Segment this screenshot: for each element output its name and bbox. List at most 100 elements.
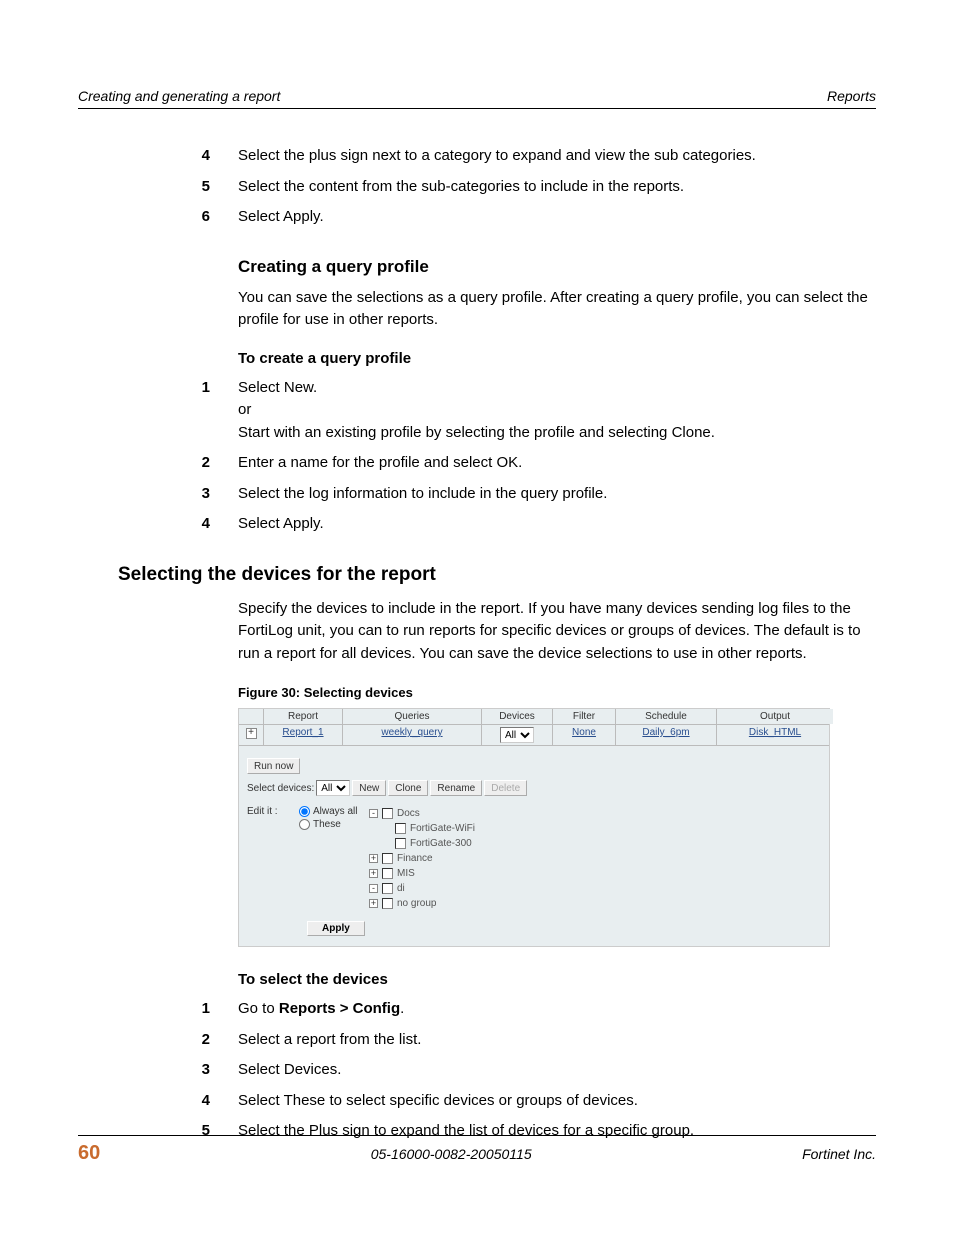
run-now-button[interactable]: Run now [247,758,300,774]
step-number: 4 [168,1090,238,1113]
column-header: Schedule [616,709,717,724]
footer-company: Fortinet Inc. [802,1146,876,1162]
step-row: 4 Select These to select specific device… [238,1090,874,1113]
select-devices-dropdown[interactable]: All [316,780,350,796]
page-number: 60 [78,1142,100,1165]
new-button[interactable]: New [352,780,386,796]
step-text: Select Devices. [238,1059,874,1082]
step-text: Select a report from the list. [238,1029,874,1052]
step-number: 5 [168,176,238,199]
figure-caption: Figure 30: Selecting devices [238,685,874,700]
tree-checkbox[interactable] [382,883,393,894]
expand-column-header [239,709,264,724]
tree-row: FortiGate-WiFi [369,821,475,836]
step-text: Select Apply. [238,513,874,536]
header-left: Creating and generating a report [78,88,280,104]
nav-path: Reports > Config [279,1000,400,1017]
tree-label: Docs [397,808,420,819]
step-text: Select the plus sign next to a category … [238,145,874,168]
step-number: 6 [168,206,238,229]
report-cell[interactable]: Report_1 [264,725,343,745]
tree-label: FortiGate-WiFi [410,823,475,834]
devices-select[interactable]: All [500,727,534,743]
step-number: 4 [168,145,238,168]
procedure-title: To select the devices [238,971,874,988]
column-header: Queries [343,709,482,724]
paragraph: Specify the devices to include in the re… [238,598,874,666]
column-header: Report [264,709,343,724]
step-text: Select the log information to include in… [238,483,874,506]
figure-table-header-row: Report Queries Devices Filter Schedule O… [239,709,829,725]
rename-button[interactable]: Rename [430,780,482,796]
schedule-cell[interactable]: Daily_6pm [616,725,717,745]
tree-label: Finance [397,853,433,864]
step-row: 2 Select a report from the list. [238,1029,874,1052]
collapse-icon[interactable]: - [369,809,378,818]
step-row: 4 Select the plus sign next to a categor… [238,145,874,168]
step-text: Select New. or Start with an existing pr… [238,377,874,445]
step-text: Select Apply. [238,206,874,229]
tree-checkbox[interactable] [382,898,393,909]
step-row: 6 Select Apply. [238,206,874,229]
tree-checkbox[interactable] [395,838,406,849]
subsection-heading: Creating a query profile [238,257,874,277]
queries-cell[interactable]: weekly_query [343,725,482,745]
filter-cell[interactable]: None [553,725,616,745]
expand-icon[interactable]: + [369,854,378,863]
clone-button[interactable]: Clone [388,780,428,796]
step-number: 4 [168,513,238,536]
step-row: 1 Go to Reports > Config. [238,998,874,1021]
collapse-icon[interactable]: - [369,884,378,893]
step-number: 1 [168,998,238,1021]
devices-cell[interactable]: All [482,725,553,745]
tree-row: FortiGate-300 [369,836,475,851]
step-row: 4 Select Apply. [238,513,874,536]
output-cell[interactable]: Disk_HTML [717,725,833,745]
tree-checkbox[interactable] [382,853,393,864]
column-header: Output [717,709,833,724]
step-number: 1 [168,377,238,445]
running-footer: 60 05-16000-0082-20050115 Fortinet Inc. [78,1135,876,1165]
column-header: Filter [553,709,616,724]
step-text: Select the content from the sub-categori… [238,176,874,199]
procedure-title: To create a query profile [238,350,874,367]
step-row: 5 Select the content from the sub-catego… [238,176,874,199]
step-row: 3 Select Devices. [238,1059,874,1082]
step-number: 3 [168,1059,238,1082]
tree-row: + MIS [369,866,475,881]
step-text: Select These to select specific devices … [238,1090,874,1113]
select-devices-label: Select devices: [247,783,314,794]
tree-label: FortiGate-300 [410,838,472,849]
tree-row: -di [369,881,475,896]
expand-cell[interactable]: + [239,725,264,745]
header-right: Reports [827,88,876,104]
tree-row: + no group [369,896,475,911]
column-header: Devices [482,709,553,724]
paragraph: You can save the selections as a query p… [238,287,874,332]
delete-button[interactable]: Delete [484,780,527,796]
step-number: 2 [168,452,238,475]
step-text: Enter a name for the profile and select … [238,452,874,475]
these-radio[interactable] [299,819,310,830]
figure-selecting-devices: Report Queries Devices Filter Schedule O… [238,708,830,947]
step-text: Go to Reports > Config. [238,998,874,1021]
tree-checkbox[interactable] [382,868,393,879]
step-row: 2 Enter a name for the profile and selec… [238,452,874,475]
always-all-radio-label[interactable]: Always all [299,806,369,817]
tree-checkbox[interactable] [395,823,406,834]
running-header: Creating and generating a report Reports [78,88,876,109]
step-number: 3 [168,483,238,506]
step-row: 1 Select New. or Start with an existing … [238,377,874,445]
always-all-radio[interactable] [299,806,310,817]
plus-icon: + [246,728,257,739]
tree-label: MIS [397,868,415,879]
section-heading: Selecting the devices for the report [118,564,874,586]
these-radio-label[interactable]: These [299,819,369,830]
figure-table-data-row: + Report_1 weekly_query All None Daily_6… [239,725,829,746]
tree-label: no group [397,898,436,909]
tree-checkbox[interactable] [382,808,393,819]
expand-icon[interactable]: + [369,869,378,878]
tree-row: + Finance [369,851,475,866]
apply-button[interactable]: Apply [307,921,365,936]
expand-icon[interactable]: + [369,899,378,908]
